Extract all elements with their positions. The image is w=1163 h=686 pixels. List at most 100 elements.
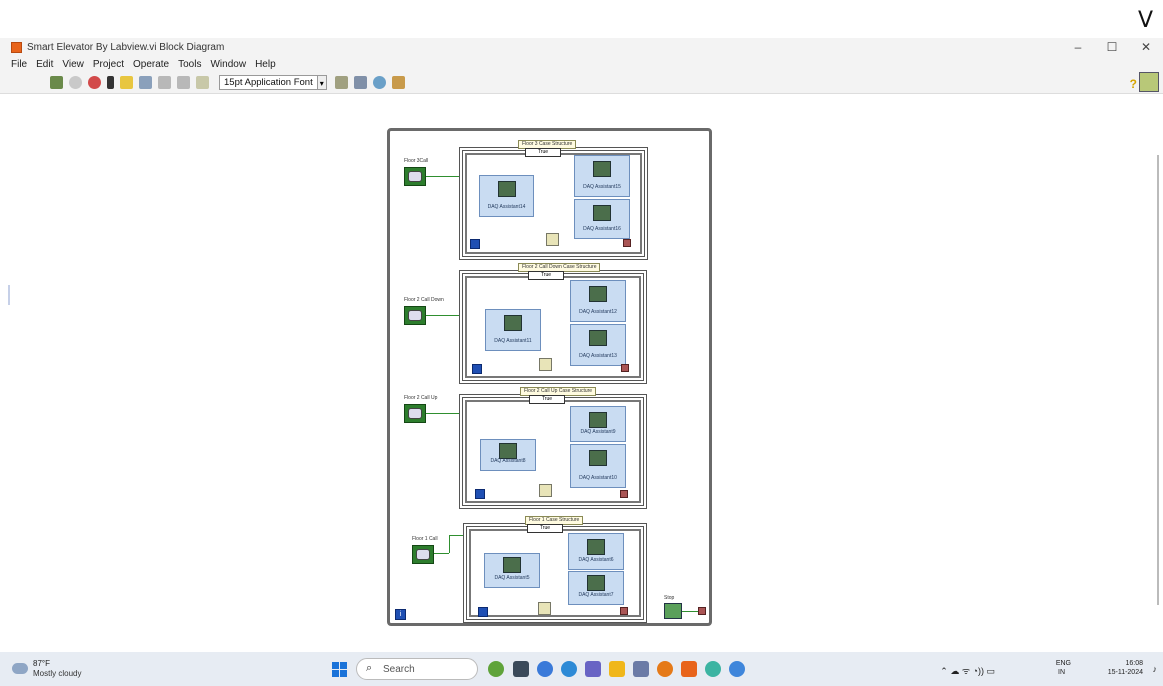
while-loop[interactable]: Floor 3Call Floor 3 Case Structure True … [387, 128, 712, 626]
labview-taskbar-icon[interactable] [681, 661, 697, 677]
loop-condition-terminal [698, 607, 706, 615]
widgets-icon[interactable] [488, 661, 504, 677]
step-into-icon[interactable] [158, 76, 171, 89]
font-select[interactable]: 15pt Application Font [219, 75, 318, 90]
daq-assistant[interactable]: DAQ Assistant15 [574, 155, 630, 197]
case-structure[interactable]: Floor 3 Case Structure True DAQ Assistan… [459, 140, 648, 260]
stop-terminal [621, 364, 629, 372]
menu-operate[interactable]: Operate [133, 59, 169, 70]
clean-up-diagram-icon[interactable] [391, 76, 405, 89]
pause-icon[interactable] [107, 76, 114, 89]
block-diagram-canvas[interactable]: Floor 3Call Floor 3 Case Structure True … [0, 95, 1163, 638]
run-continuously-icon[interactable] [69, 76, 82, 89]
case-selector[interactable]: True [527, 524, 563, 533]
distribute-objects-icon[interactable] [353, 76, 367, 89]
teams-icon[interactable] [585, 661, 601, 677]
daq-assistant[interactable]: DAQ Assistant16 [574, 199, 630, 239]
case-selector[interactable]: True [529, 395, 565, 404]
wait-node[interactable] [539, 358, 552, 371]
menu-help[interactable]: Help [255, 59, 276, 70]
weather-temperature[interactable]: 87°F [33, 659, 50, 668]
align-objects-icon[interactable] [334, 76, 348, 89]
tray-icons[interactable]: ⌃ ☁ ᯤ ◔)) ▭ [940, 664, 995, 677]
wire [426, 315, 459, 316]
wait-node[interactable] [539, 484, 552, 497]
menu-tools[interactable]: Tools [178, 59, 201, 70]
daq-assistant[interactable]: DAQ Assistant5 [484, 553, 540, 588]
daq-assistant[interactable]: DAQ Assistant14 [479, 175, 534, 217]
wire [682, 611, 698, 612]
weather-description[interactable]: Mostly cloudy [33, 669, 81, 678]
store-icon[interactable] [561, 661, 577, 677]
menu-window[interactable]: Window [210, 59, 246, 70]
daq-icon [589, 330, 607, 346]
case-selector[interactable]: True [528, 271, 564, 280]
app-icon[interactable] [729, 661, 745, 677]
minimize-button[interactable]: – [1061, 38, 1095, 56]
step-over-icon[interactable] [177, 76, 190, 89]
loop-iteration-node [478, 607, 488, 617]
loop-iteration-node [472, 364, 482, 374]
case-structure[interactable]: Floor 2 Call Up Case Structure True DAQ … [459, 387, 647, 509]
left-splitter[interactable] [8, 285, 10, 305]
daq-assistant[interactable]: DAQ Assistant8 [480, 439, 536, 471]
daq-icon [503, 557, 521, 573]
case-structure[interactable]: Floor 2 Call Down Case Structure True DA… [459, 263, 647, 384]
outlook-icon[interactable] [633, 661, 649, 677]
start-button[interactable] [332, 662, 347, 677]
app-icon[interactable] [705, 661, 721, 677]
stop-button-control[interactable] [664, 603, 682, 619]
daq-assistant[interactable]: DAQ Assistant7 [568, 571, 624, 605]
close-button[interactable]: ✕ [1129, 38, 1163, 56]
search-input[interactable]: ⌕ Search [356, 658, 478, 680]
labview-app-icon [11, 41, 22, 53]
notification-bell-icon[interactable]: ♪ [1153, 664, 1158, 674]
chevron-down-icon[interactable]: ▾ [317, 75, 327, 90]
highlight-execution-icon[interactable] [120, 76, 133, 89]
daq-assistant[interactable]: DAQ Assistant9 [570, 406, 626, 442]
menu-bar: File Edit View Project Operate Tools Win… [0, 56, 1163, 72]
vi-icon[interactable] [1139, 72, 1159, 92]
boolean-control[interactable] [404, 306, 426, 325]
file-explorer-icon[interactable] [609, 661, 625, 677]
abort-icon[interactable] [88, 76, 101, 89]
menu-view[interactable]: View [62, 59, 84, 70]
menu-file[interactable]: File [11, 59, 27, 70]
stop-terminal [620, 490, 628, 498]
daq-icon [589, 450, 607, 466]
help-icon[interactable]: ? [1130, 77, 1137, 91]
search-placeholder: Search [383, 664, 415, 675]
control-label: Floor 2 Call Up [404, 395, 438, 401]
wait-node[interactable] [546, 233, 559, 246]
daq-icon [593, 205, 611, 221]
vertical-scrollbar[interactable] [1157, 155, 1159, 605]
clock-date[interactable]: 15-11-2024 [1108, 669, 1143, 676]
language-top[interactable]: ENG [1056, 660, 1071, 667]
daq-assistant[interactable]: DAQ Assistant11 [485, 309, 541, 351]
control-label: Floor 2 Call Down [404, 297, 444, 303]
step-out-icon[interactable] [196, 76, 209, 89]
chrome-icon[interactable] [657, 661, 673, 677]
menu-edit[interactable]: Edit [36, 59, 53, 70]
run-arrow-icon[interactable] [50, 76, 63, 89]
boolean-control[interactable] [412, 545, 434, 564]
cloud-icon[interactable] [12, 663, 28, 674]
daq-assistant[interactable]: DAQ Assistant10 [570, 444, 626, 488]
case-structure[interactable]: Floor 1 Case Structure True DAQ Assistan… [463, 516, 647, 623]
retain-wire-values-icon[interactable] [139, 76, 152, 89]
edge-browser-icon[interactable] [537, 661, 553, 677]
case-selector[interactable]: True [525, 148, 561, 157]
daq-assistant[interactable]: DAQ Assistant6 [568, 533, 624, 570]
restore-button[interactable]: ☐ [1095, 38, 1129, 56]
daq-assistant[interactable]: DAQ Assistant13 [570, 324, 626, 366]
clock-time[interactable]: 16:08 [1125, 660, 1143, 667]
daq-assistant[interactable]: DAQ Assistant12 [570, 280, 626, 322]
wait-node[interactable] [538, 602, 551, 615]
boolean-control[interactable] [404, 167, 426, 186]
task-view-icon[interactable] [513, 661, 529, 677]
menu-project[interactable]: Project [93, 59, 124, 70]
boolean-control[interactable] [404, 404, 426, 423]
language-bottom[interactable]: IN [1058, 669, 1065, 676]
reorder-icon[interactable] [372, 76, 386, 89]
daq-icon [587, 575, 605, 591]
